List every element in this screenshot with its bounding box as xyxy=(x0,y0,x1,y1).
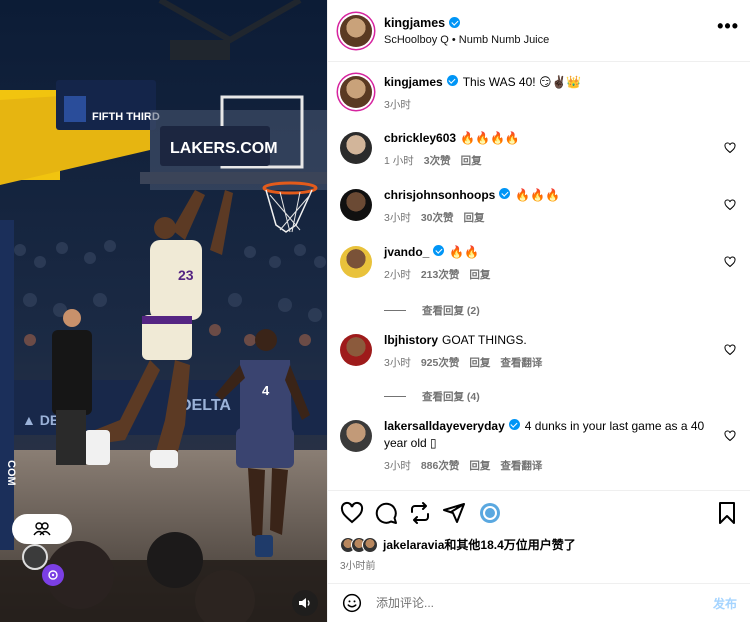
jersey-number-home: 23 xyxy=(178,267,194,283)
people-icon xyxy=(33,522,51,536)
caption: kingjames This WAS 40! 😏✌🏿👑 3小时 xyxy=(340,74,740,112)
comment-text: 🔥🔥 xyxy=(449,245,480,259)
comment-likes[interactable]: 3次赞 xyxy=(424,153,451,168)
author-avatar[interactable] xyxy=(340,14,372,47)
post-timestamp: 3小时前 xyxy=(340,561,376,572)
liker-avatars xyxy=(340,536,378,553)
action-bar xyxy=(328,490,750,537)
like-comment-heart-icon[interactable] xyxy=(724,256,736,268)
audio-badge[interactable] xyxy=(42,564,64,586)
verified-badge-icon xyxy=(433,245,445,256)
comment: jvando_ 🔥🔥 2小时 213次赞 回复 xyxy=(340,244,740,282)
jersey-number-away: 4 xyxy=(262,383,270,398)
commenter-avatar[interactable] xyxy=(340,132,372,164)
remix-icon[interactable] xyxy=(478,501,502,525)
reply-button[interactable]: 回复 xyxy=(469,458,490,473)
comment-likes[interactable]: 213次赞 xyxy=(421,267,460,282)
caption-text: This WAS 40! 😏✌🏿👑 xyxy=(462,75,582,89)
like-comment-heart-icon[interactable] xyxy=(724,430,736,442)
liker-username[interactable]: jakelaravia xyxy=(383,538,444,552)
comment-text: 🔥🔥🔥 xyxy=(515,188,561,202)
comment: chrisjohnsonhoops 🔥🔥🔥 3小时 30次赞 回复 xyxy=(340,187,740,225)
likes-count-text[interactable]: 和其他18.4万位用户赞了 xyxy=(444,538,575,552)
backboard-text: LAKERS.COM xyxy=(170,140,278,157)
comments-list: kingjames This WAS 40! 😏✌🏿👑 3小时 cbrickley… xyxy=(328,62,750,490)
commenter-username[interactable]: lakersalldayeveryday xyxy=(384,419,505,433)
comment-icon[interactable] xyxy=(374,501,398,525)
commenter-username[interactable]: lbjhistory xyxy=(384,333,438,347)
reply-button[interactable]: 回复 xyxy=(469,267,490,282)
post-video[interactable]: ▲ DE DELTA COM FIFTH THIRD LAKERS.COM 23… xyxy=(0,0,327,622)
commenter-username[interactable]: cbrickley603 xyxy=(384,131,456,145)
commenter-avatar[interactable] xyxy=(340,246,372,278)
comment-time: 3小时 xyxy=(384,212,411,224)
speaker-icon xyxy=(299,598,310,608)
commenter-username[interactable]: jvando_ xyxy=(384,245,429,259)
comment-text: 🔥🔥🔥🔥 xyxy=(460,131,520,145)
like-comment-heart-icon[interactable] xyxy=(724,142,736,154)
commenter-username[interactable]: chrisjohnsonhoops xyxy=(384,188,495,202)
comment-text: GOAT THINGS. xyxy=(442,333,527,347)
verified-badge-icon xyxy=(446,75,458,86)
save-bookmark-icon[interactable] xyxy=(715,501,739,525)
svg-text:COM: COM xyxy=(5,460,17,486)
more-options-icon[interactable]: ••• xyxy=(717,16,739,37)
music-icon xyxy=(48,570,58,580)
audio-track[interactable]: ScHoolboy Q • Numb Numb Juice xyxy=(384,34,549,46)
view-replies-button[interactable]: 查看回复 (4) xyxy=(384,389,480,404)
reply-button[interactable]: 回复 xyxy=(469,355,490,370)
author-username[interactable]: kingjames xyxy=(384,16,445,30)
reply-button[interactable]: 回复 xyxy=(461,153,482,168)
commenter-avatar[interactable] xyxy=(340,420,372,452)
see-translation-button[interactable]: 查看翻译 xyxy=(500,355,542,370)
tagged-avatar[interactable] xyxy=(22,544,48,570)
comment: lakersalldayeveryday 4 dunks in your last… xyxy=(340,418,740,473)
comment-time: 3小时 xyxy=(384,357,411,369)
commenter-avatar[interactable] xyxy=(340,334,372,366)
svg-text:▲ DE: ▲ DE xyxy=(22,412,59,428)
comment: cbrickley603 🔥🔥🔥🔥 1 小时 3次赞 回复 xyxy=(340,130,740,168)
svg-text:DELTA: DELTA xyxy=(180,397,231,414)
like-heart-icon[interactable] xyxy=(340,501,364,525)
verified-badge-icon xyxy=(508,419,520,430)
likes-summary[interactable]: jakelaravia和其他18.4万位用户赞了 xyxy=(340,536,576,553)
view-replies-button[interactable]: 查看回复 (2) xyxy=(384,303,480,318)
see-translation-button[interactable]: 查看翻译 xyxy=(500,458,542,473)
commenter-avatar[interactable] xyxy=(340,189,372,221)
reply-button[interactable]: 回复 xyxy=(464,210,485,225)
mute-button[interactable] xyxy=(292,590,318,616)
caption-username[interactable]: kingjames xyxy=(384,75,443,89)
like-comment-heart-icon[interactable] xyxy=(724,199,736,211)
like-comment-heart-icon[interactable] xyxy=(724,344,736,356)
post-header: kingjames ScHoolboy Q • Numb Numb Juice … xyxy=(328,0,750,62)
comment-time: 1 小时 xyxy=(384,155,414,167)
comment-likes[interactable]: 30次赞 xyxy=(421,210,454,225)
verified-badge-icon xyxy=(449,17,461,28)
comment-likes[interactable]: 925次赞 xyxy=(421,355,460,370)
comment: lbjhistory GOAT THINGS. 3小时 925次赞 回复 查看翻译 xyxy=(340,332,740,370)
comment-likes[interactable]: 886次赞 xyxy=(421,458,460,473)
comment-time: 2小时 xyxy=(384,269,411,281)
add-comment-bar: 发布 xyxy=(328,583,750,622)
repost-icon[interactable] xyxy=(408,501,432,525)
share-icon[interactable] xyxy=(442,501,466,525)
comment-time: 3小时 xyxy=(384,460,411,472)
caption-avatar[interactable] xyxy=(340,76,372,108)
post-comment-button[interactable]: 发布 xyxy=(713,595,737,612)
emoji-icon[interactable] xyxy=(342,593,362,613)
post-side-panel: kingjames ScHoolboy Q • Numb Numb Juice … xyxy=(327,0,750,622)
scoreboard-brand: FIFTH THIRD xyxy=(92,111,160,123)
caption-time: 3小时 xyxy=(384,99,411,111)
verified-badge-icon xyxy=(499,188,511,199)
comment-input[interactable] xyxy=(376,596,713,610)
tagged-people-button[interactable] xyxy=(12,514,72,544)
